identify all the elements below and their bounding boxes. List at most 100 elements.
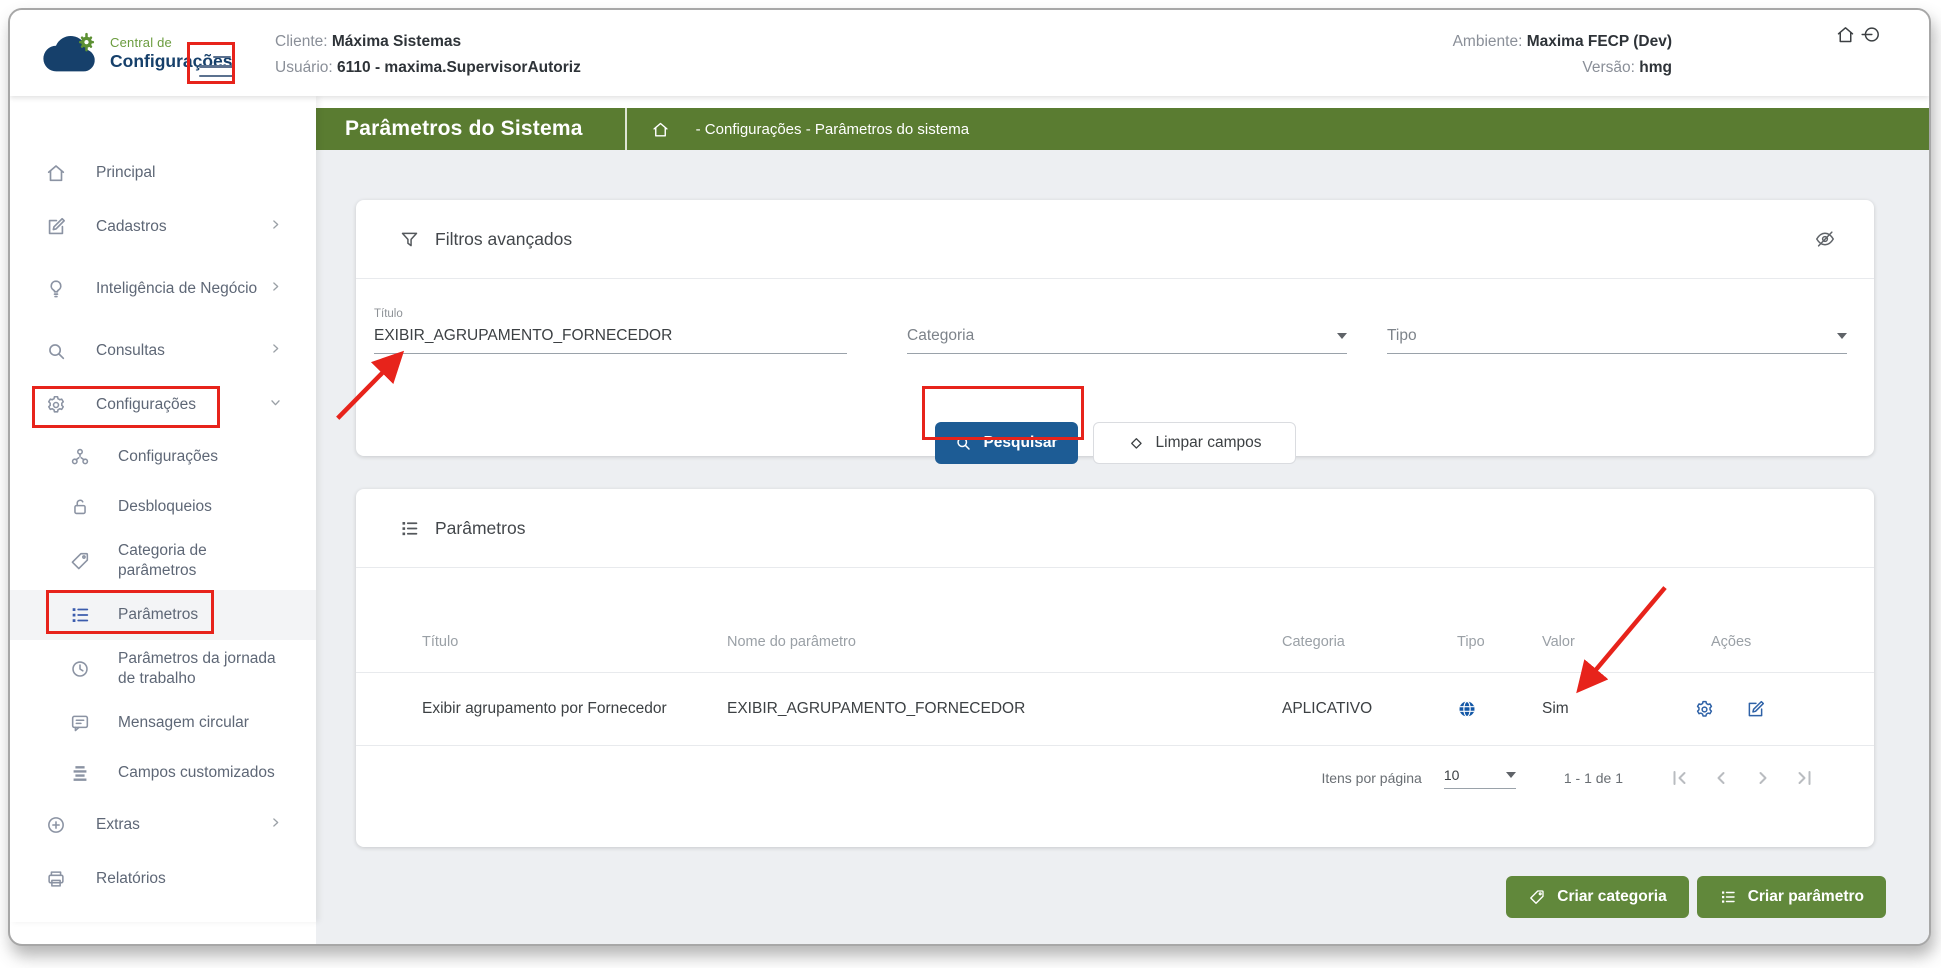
criar-categoria-button[interactable]: Criar categoria [1506,876,1688,918]
sidebar-subitem-parametros[interactable]: Parâmetros [10,590,316,640]
categoria-select[interactable]: Categoria [907,308,1347,354]
last-page-icon[interactable] [1793,766,1817,790]
sidebar-item-label: Mensagem circular [118,713,288,733]
pesquisar-label: Pesquisar [983,434,1057,452]
sidebar-subitem-desbloqueios[interactable]: Desbloqueios [10,482,316,532]
sidebar-subitem-campos-customizados[interactable]: Campos customizados [10,748,316,798]
chevron-right-icon [269,218,282,236]
edit-square-icon [44,215,68,239]
filter-funnel-icon [399,229,420,250]
categoria-placeholder: Categoria [907,327,974,345]
row-gear-icon[interactable] [1694,699,1715,720]
versao-value: hmg [1639,59,1672,76]
app-window: Central de Configurações Cliente: Máxima… [8,8,1931,946]
table-row[interactable]: Exibir agrupamento por Fornecedor EXIBIR… [356,673,1874,745]
criar-parametro-button[interactable]: Criar parâmetro [1697,876,1886,918]
sidebar: Principal Cadastros Inteligência de Negó… [10,96,316,922]
search-icon [44,339,68,363]
sidebar-subitem-mensagem-circular[interactable]: Mensagem circular [10,698,316,748]
parameters-title: Parâmetros [435,518,525,539]
col-titulo: Título [422,634,727,650]
sidebar-item-configuracoes[interactable]: Configurações [10,378,316,432]
sidebar-item-label: Configurações [118,447,288,467]
sidebar-subitem-configuracoes[interactable]: Configurações [10,432,316,482]
list-icon [68,603,92,627]
next-page-icon[interactable] [1751,766,1775,790]
sidebar-item-cadastros[interactable]: Cadastros [10,200,316,254]
sidebar-item-principal[interactable]: Principal [10,146,316,200]
sidebar-item-label: Cadastros [96,217,266,237]
items-per-page-select[interactable]: 10 [1444,767,1516,789]
col-nome: Nome do parâmetro [727,634,1282,650]
home-icon[interactable] [1835,24,1856,50]
gear-icon [44,393,68,417]
sidebar-subitem-parametros-jornada[interactable]: Parâmetros da jornada de trabalho [10,640,316,698]
clock-icon [68,657,92,681]
titulo-field[interactable]: Título EXIBIR_AGRUPAMENTO_FORNECEDOR [374,308,847,354]
row-edit-icon[interactable] [1745,699,1766,720]
sidebar-subitem-categoria-de-parametros[interactable]: Categoria de parâmetros [10,532,316,590]
list-icon [399,518,420,539]
cell-nome: EXIBIR_AGRUPAMENTO_FORNECEDOR [727,700,1282,718]
topbar: Central de Configurações Cliente: Máxima… [10,10,1929,96]
versao-label: Versão: [1582,59,1635,76]
client-value: Máxima Sistemas [332,33,461,50]
tipo-placeholder: Tipo [1387,327,1417,345]
exit-icon[interactable] [1860,24,1881,50]
sidebar-item-label: Consultas [96,341,266,361]
titulo-input[interactable]: EXIBIR_AGRUPAMENTO_FORNECEDOR [374,327,847,354]
breadcrumb: - Configurações - Parâmetros do sistema [696,121,969,138]
plus-circle-icon [44,813,68,837]
page-title-bar: Parâmetros do Sistema - Configurações - … [316,108,1929,150]
cell-acoes [1660,699,1874,720]
menu-hamburger-button[interactable] [199,56,233,78]
eraser-icon [1127,434,1145,452]
pagination: Itens por página 10 1 - 1 de 1 [356,746,1874,810]
list-icon [1719,888,1737,906]
user-label: Usuário: [275,59,333,76]
message-icon [68,711,92,735]
sidebar-item-relatorios[interactable]: Relatórios [10,852,316,906]
limpar-campos-button[interactable]: Limpar campos [1093,422,1296,464]
tag-icon [68,549,92,573]
chevron-right-icon [269,342,282,360]
unlock-icon [68,495,92,519]
filters-card: Filtros avançados Título EXIBIR_AGRUPAME… [356,200,1874,456]
tipo-select[interactable]: Tipo [1387,308,1847,354]
sidebar-item-label: Desbloqueios [118,497,288,517]
sidebar-item-label: Inteligência de Negócio [96,279,266,299]
cell-valor: Sim [1542,700,1660,718]
chevron-down-icon [269,396,282,414]
sidebar-item-label: Parâmetros da jornada de trabalho [118,649,288,689]
sidebar-item-consultas[interactable]: Consultas [10,324,316,378]
breadcrumb-home-icon[interactable] [651,120,670,139]
pesquisar-button[interactable]: Pesquisar [935,422,1078,464]
cell-categoria: APLICATIVO [1282,700,1457,718]
sidebar-item-inteligencia-de-negocio[interactable]: Inteligência de Negócio [10,254,316,324]
hub-icon [68,445,92,469]
items-per-page-label: Itens por página [1321,770,1421,786]
home-icon [44,161,68,185]
sidebar-item-label: Categoria de parâmetros [118,541,288,581]
globe-icon [1457,699,1542,719]
sidebar-item-extras[interactable]: Extras [10,798,316,852]
page-title: Parâmetros do Sistema [345,117,583,141]
search-icon [954,434,972,452]
ambiente-label: Ambiente: [1453,33,1523,50]
col-acoes: Ações [1660,634,1874,650]
sidebar-item-label: Configurações [96,395,266,415]
chevron-right-icon [269,280,282,298]
prev-page-icon[interactable] [1709,766,1733,790]
first-page-icon[interactable] [1667,766,1691,790]
chevron-right-icon [269,816,282,834]
titulo-field-label: Título [374,308,847,320]
criar-parametro-label: Criar parâmetro [1748,888,1864,906]
sidebar-item-label: Extras [96,815,266,835]
filters-title: Filtros avançados [435,229,572,250]
table-header: Título Nome do parâmetro Categoria Tipo … [356,568,1874,672]
tag-icon [1528,888,1546,906]
eye-off-icon[interactable] [1814,228,1836,250]
environment-info: Ambiente: Maxima FECP (Dev) Versão: hmg [1453,29,1672,81]
caret-down-icon [1837,333,1847,339]
col-valor: Valor [1542,634,1660,650]
